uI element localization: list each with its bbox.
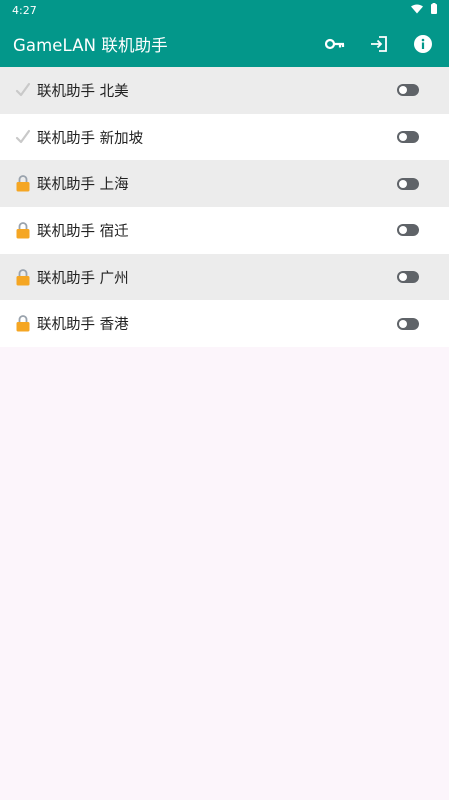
app-bar: GameLAN 联机助手 xyxy=(0,20,449,67)
toggle-knob xyxy=(399,273,407,282)
info-icon[interactable] xyxy=(411,32,435,56)
lock-icon xyxy=(14,315,32,333)
checkmark-icon xyxy=(14,81,32,99)
server-row[interactable]: 联机助手 新加坡 xyxy=(0,113,449,161)
server-list: 联机助手 北美 联机助手 新加坡 联机助手 上海 联机助手 宿迁 联机助手 广州 联机助手… xyxy=(0,67,449,348)
app-bar-actions xyxy=(323,32,435,56)
toggle-knob xyxy=(399,226,407,235)
lock-icon xyxy=(14,268,32,286)
toggle-knob xyxy=(399,319,407,328)
battery-icon xyxy=(431,3,437,17)
key-icon[interactable] xyxy=(323,32,347,56)
server-label: 联机助手 上海 xyxy=(37,177,129,194)
status-bar: 4:27 xyxy=(0,0,449,20)
server-toggle[interactable] xyxy=(397,84,419,97)
server-row[interactable]: 联机助手 上海 xyxy=(0,160,449,208)
server-toggle[interactable] xyxy=(397,131,419,144)
server-row[interactable]: 联机助手 北美 xyxy=(0,67,449,114)
wifi-icon xyxy=(411,4,423,17)
toggle-knob xyxy=(399,86,407,95)
server-toggle[interactable] xyxy=(397,177,419,190)
server-row[interactable]: 联机助手 香港 xyxy=(0,300,449,348)
server-row[interactable]: 联机助手 广州 xyxy=(0,253,449,301)
app-title: GameLAN 联机助手 xyxy=(13,35,168,55)
server-label: 联机助手 北美 xyxy=(37,83,129,100)
lock-icon xyxy=(14,221,32,239)
server-toggle[interactable] xyxy=(397,317,419,330)
status-time: 4:27 xyxy=(12,3,37,17)
status-icons xyxy=(411,3,437,17)
server-row[interactable]: 联机助手 宿迁 xyxy=(0,207,449,254)
server-toggle[interactable] xyxy=(397,224,419,237)
server-label: 联机助手 新加坡 xyxy=(37,130,144,147)
lock-icon xyxy=(14,175,32,193)
toggle-knob xyxy=(399,133,407,142)
server-label: 联机助手 宿迁 xyxy=(37,223,129,240)
server-label: 联机助手 广州 xyxy=(37,270,129,287)
server-toggle[interactable] xyxy=(397,271,419,284)
server-label: 联机助手 香港 xyxy=(37,317,129,334)
login-icon[interactable] xyxy=(367,32,391,56)
toggle-knob xyxy=(399,179,407,188)
checkmark-icon xyxy=(14,128,32,146)
